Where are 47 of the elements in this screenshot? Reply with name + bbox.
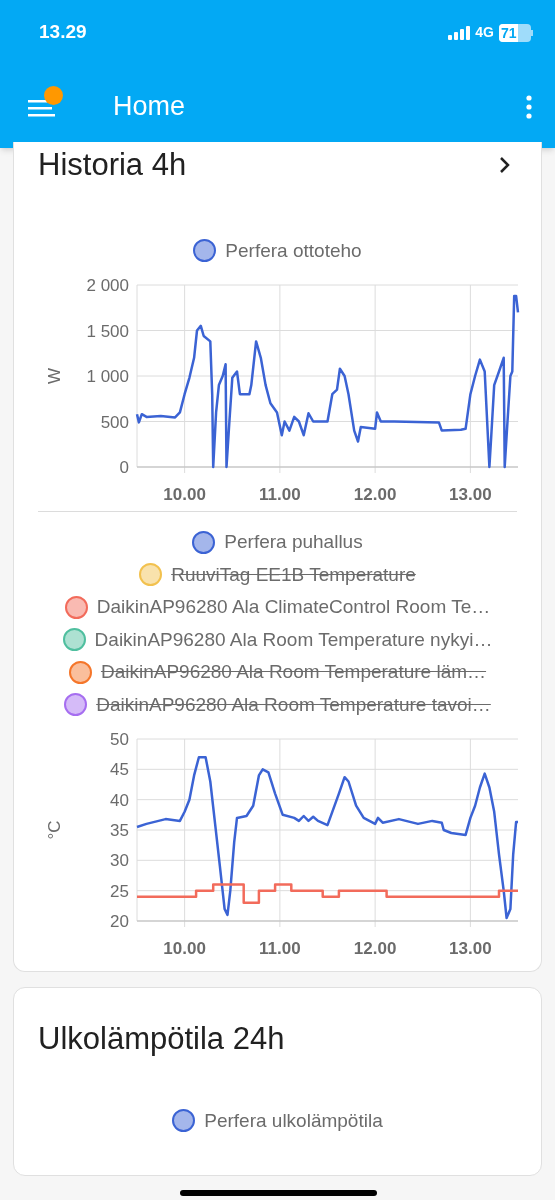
y-tick-label: 1 000 — [86, 367, 129, 386]
legend-marker[interactable] — [192, 530, 216, 554]
page-title: Home — [113, 90, 187, 124]
legend-marker[interactable] — [68, 660, 92, 684]
legend-marker[interactable] — [139, 563, 163, 587]
x-tick-label: 13.00 — [449, 485, 492, 504]
legend-label[interactable]: DaikinAP96280 Ala Room Temperature tavoi… — [96, 690, 491, 719]
card-title: Historia 4h — [38, 146, 187, 184]
y-tick-label: 50 — [110, 730, 129, 749]
legend-label[interactable]: Perfera ottoteho — [225, 236, 362, 265]
legend-marker[interactable] — [64, 693, 88, 717]
more-options-icon[interactable] — [525, 94, 533, 119]
x-tick-label: 12.00 — [353, 939, 397, 958]
legend-label[interactable]: DaikinAP96280 Ala ClimateControl Room Te… — [96, 593, 491, 622]
legend-label[interactable]: DaikinAP96280 Ala Room Temperature nykyi… — [94, 625, 493, 654]
chevron-right-icon[interactable] — [499, 156, 511, 175]
y-tick-label: 45 — [110, 760, 129, 780]
y-tick-label: 35 — [110, 821, 129, 840]
x-tick-label: 12.00 — [353, 485, 397, 504]
battery-level: 71 — [499, 23, 518, 42]
x-tick-label: 11.00 — [259, 939, 301, 958]
y-tick-label: 25 — [110, 881, 129, 901]
y-axis-label: W — [45, 368, 64, 384]
x-tick-label: 10.00 — [163, 485, 206, 504]
legend-label[interactable]: Perfera ulkolämpötila — [204, 1106, 383, 1135]
signal-icon — [448, 25, 471, 40]
legend-marker[interactable] — [193, 239, 217, 263]
y-tick-label: 20 — [110, 912, 129, 931]
y-tick-label: 40 — [110, 790, 129, 810]
y-tick-label: 30 — [110, 851, 129, 871]
status-time: 13.29 — [39, 20, 87, 45]
legend-marker[interactable] — [64, 595, 88, 619]
card-title: Ulkolämpötila 24h — [38, 1020, 285, 1058]
y-tick-label: 500 — [100, 412, 129, 432]
legend-marker[interactable] — [172, 1109, 196, 1133]
x-tick-label: 11.00 — [259, 485, 301, 504]
legend-label[interactable]: DaikinAP96280 Ala Room Temperature läm… — [100, 658, 487, 687]
y-tick-label: 1 500 — [86, 321, 129, 341]
x-tick-label: 10.00 — [163, 939, 206, 958]
legend-label[interactable]: Perfera puhallus — [224, 528, 363, 557]
legend-label[interactable]: RuuviTag EE1B Temperature — [171, 560, 416, 589]
legend-marker[interactable] — [62, 628, 86, 652]
network-type: 4G — [475, 23, 494, 42]
y-axis-label: °C — [45, 820, 64, 840]
x-tick-label: 13.00 — [449, 939, 492, 958]
y-tick-label: 2 000 — [86, 276, 129, 295]
y-tick-label: 0 — [119, 458, 129, 477]
